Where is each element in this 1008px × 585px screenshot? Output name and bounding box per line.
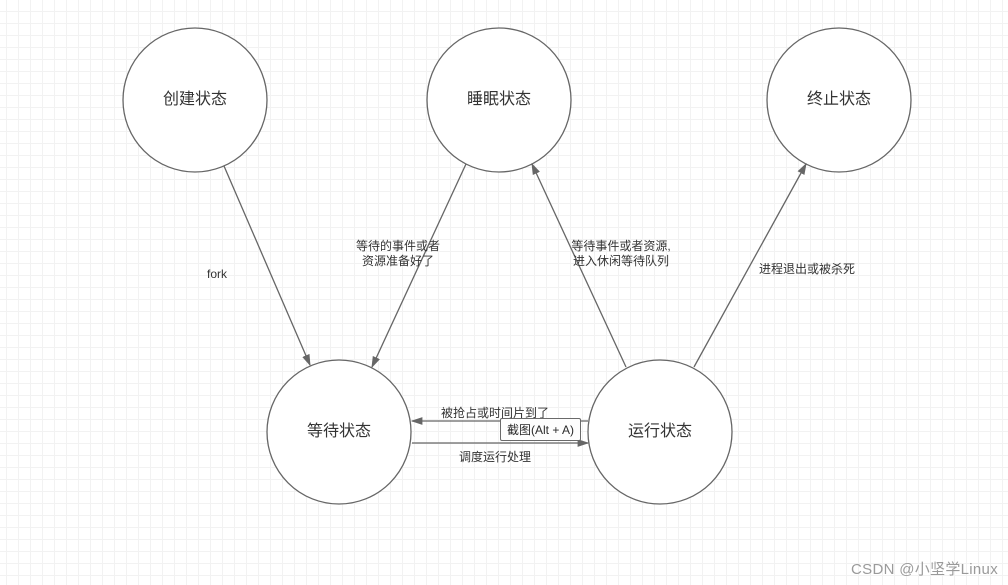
screenshot-tooltip: 截图(Alt + A): [500, 418, 581, 441]
node-wait-label: 等待状态: [307, 422, 371, 440]
node-run-label: 运行状态: [628, 422, 692, 440]
edge-sleep-to-wait-l2: 资源准备好了: [362, 254, 434, 268]
edge-run-to-terminate-label: 进程退出或被杀死: [759, 261, 855, 276]
node-terminate-label: 终止状态: [807, 90, 871, 108]
node-sleep: 睡眠状态: [427, 28, 571, 172]
edge-run-to-sleep: 等待事件或者资源, 进入休闲等待队列: [532, 164, 671, 367]
node-create-label: 创建状态: [163, 90, 227, 108]
diagram-svg: 创建状态 睡眠状态 终止状态 等待状态 运行状态 fork 等待的事件或者 资源…: [0, 0, 1008, 585]
state-diagram: 创建状态 睡眠状态 终止状态 等待状态 运行状态 fork 等待的事件或者 资源…: [0, 0, 1008, 585]
edge-run-to-sleep-l2: 进入休闲等待队列: [573, 253, 669, 268]
node-wait: 等待状态: [267, 360, 411, 504]
edge-run-to-sleep-l1: 等待事件或者资源,: [571, 239, 670, 253]
edge-wait-to-run: 调度运行处理: [412, 443, 588, 464]
node-terminate: 终止状态: [767, 28, 911, 172]
edge-sleep-to-wait-l1: 等待的事件或者: [356, 238, 440, 253]
node-create: 创建状态: [123, 28, 267, 172]
edge-sleep-to-wait: 等待的事件或者 资源准备好了: [356, 164, 466, 367]
edge-fork: fork: [207, 166, 310, 365]
watermark: CSDN @小坚学Linux: [851, 558, 998, 579]
node-run: 运行状态: [588, 360, 732, 504]
edge-run-to-terminate: 进程退出或被杀死: [694, 164, 855, 367]
node-sleep-label: 睡眠状态: [467, 90, 531, 108]
edge-wait-to-run-label: 调度运行处理: [459, 449, 531, 464]
edge-fork-label: fork: [207, 267, 228, 281]
